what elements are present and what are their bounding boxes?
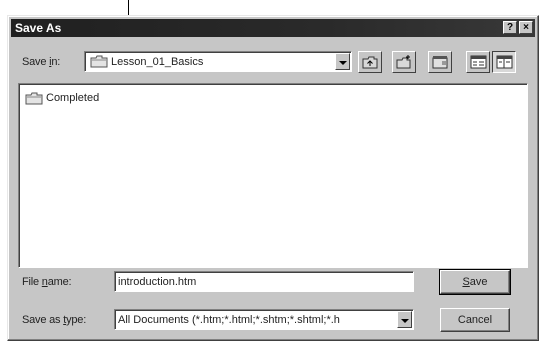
save-as-type-value: All Documents (*.htm;*.html;*.shtm;*.sht… <box>118 314 340 326</box>
up-one-level-icon <box>362 56 378 69</box>
up-one-level-button[interactable] <box>358 51 382 73</box>
details-view-button[interactable] <box>492 51 516 73</box>
save-as-type-dropdown[interactable]: All Documents (*.htm;*.html;*.shtm;*.sht… <box>114 309 414 330</box>
dialog-title: Save As <box>15 21 62 35</box>
desktop-icon <box>432 56 448 69</box>
folder-icon <box>25 92 43 105</box>
create-new-folder-icon <box>396 55 411 69</box>
save-as-type-label: Save as type: <box>22 314 87 326</box>
help-button[interactable]: ? <box>503 21 517 34</box>
list-view-button[interactable] <box>466 51 490 73</box>
folder-icon <box>90 55 108 68</box>
list-view-icon <box>470 55 487 69</box>
file-name-value: introduction.htm <box>118 276 197 288</box>
details-view-icon <box>496 55 513 69</box>
list-item[interactable]: Completed <box>25 90 99 106</box>
close-button[interactable]: × <box>519 21 533 34</box>
save-in-dropdown-arrow[interactable] <box>335 53 350 70</box>
save-as-type-dropdown-arrow[interactable] <box>397 311 412 328</box>
save-in-dropdown[interactable]: Lesson_01_Basics <box>84 51 352 72</box>
title-bar: Save As ? × <box>11 19 535 37</box>
file-list[interactable]: Completed <box>18 83 528 268</box>
file-name-label: File name: <box>22 276 72 288</box>
file-name-field[interactable]: introduction.htm <box>114 271 414 292</box>
file-name-label: Completed <box>46 92 100 104</box>
create-new-folder-button[interactable] <box>392 51 416 73</box>
save-as-dialog: Save As ? × Save in: Lesson_01_Basics Co… <box>7 15 539 341</box>
save-button[interactable]: Save <box>439 269 511 295</box>
save-in-label: Save in: <box>22 56 61 68</box>
save-in-value: Lesson_01_Basics <box>111 56 204 68</box>
desktop-button[interactable] <box>428 51 452 73</box>
cancel-button[interactable]: Cancel <box>440 308 510 332</box>
